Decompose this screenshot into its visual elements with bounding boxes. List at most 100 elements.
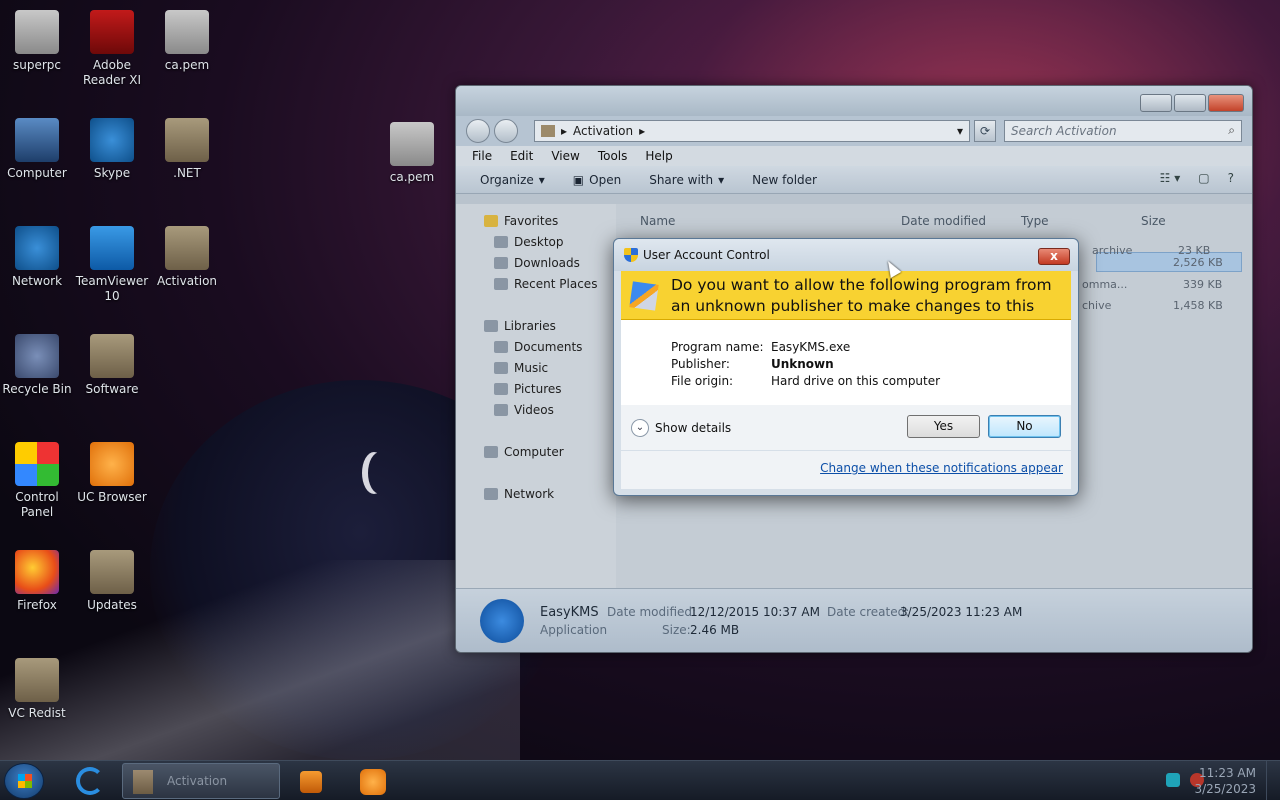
desktop-icon-ca-pem[interactable]: ca.pem [150,10,224,73]
libraries-icon [484,320,498,332]
desktop-icon-teamviewer[interactable]: TeamViewer 10 [75,226,149,304]
desktop-icon-firefox[interactable]: Firefox [0,550,74,613]
network-tray-icon[interactable] [1166,773,1180,787]
refresh-button[interactable]: ⟳ [974,120,996,142]
folder-icon [165,118,209,162]
back-button[interactable] [466,119,490,143]
folder-icon [133,770,153,794]
chevron-down-icon[interactable]: ⌄ [631,419,649,437]
star-icon [484,215,498,227]
forward-button[interactable] [494,119,518,143]
taskbar-internet-explorer[interactable] [66,763,112,799]
column-header-type[interactable]: Type [1021,214,1049,228]
preview-pane-icon[interactable]: ▢ [1198,171,1209,185]
row-type: omma... [1082,278,1128,291]
nav-documents[interactable]: Documents [494,340,582,354]
desktop-icon-activation[interactable]: Activation [150,226,224,289]
menu-bar: File Edit View Tools Help [456,146,1252,166]
nav-favorites[interactable]: Favorites [484,214,558,228]
chevron-down-icon: ▾ [718,172,725,187]
desktop-icon-network[interactable]: Network [0,226,74,289]
new-folder-button[interactable]: New folder [752,173,817,187]
desktop-icon-ca-pem-2[interactable]: ca.pem [375,122,449,185]
desktop-icon-superpc[interactable]: superpc [0,10,74,73]
nav-recent-places[interactable]: Recent Places [494,277,597,291]
file-origin-value: Hard drive on this computer [771,374,941,388]
uac-dialog: User Account Control x Do you want to al… [613,238,1079,496]
clock[interactable]: 11:23 AM 3/25/2023 [1194,765,1256,797]
open-icon: ▣ [572,172,585,187]
nav-libraries[interactable]: Libraries [484,319,556,333]
start-button[interactable] [4,763,44,799]
show-desktop-button[interactable] [1266,761,1280,800]
change-notifications-link[interactable]: Change when these notifications appear [820,461,1063,475]
desktop-icon-adobe-reader[interactable]: Adobe Reader XI [75,10,149,88]
uac-titlebar[interactable]: User Account Control x [614,239,1078,271]
desktop-icon-control-panel[interactable]: Control Panel [0,442,74,520]
navigation-pane: Favorites Desktop Downloads Recent Place… [456,204,616,590]
search-input[interactable]: Search Activation ⌕ [1004,120,1242,142]
easykms-app-icon [480,599,524,643]
help-icon[interactable]: ? [1228,171,1234,185]
chevron-right-icon: ▸ [561,124,568,138]
column-header-name[interactable]: Name [640,214,675,228]
open-button[interactable]: ▣ Open [573,173,621,187]
row-size: 2,526 KB [1173,256,1223,269]
file-icon [165,10,209,54]
taskbar-uc-browser[interactable] [346,763,398,799]
desktop-icon-updates[interactable]: Updates [75,550,149,613]
menu-tools[interactable]: Tools [598,149,628,163]
minimize-button[interactable] [1140,94,1172,112]
publisher-label: Publisher: [671,357,730,371]
uc-browser-icon [360,769,386,795]
nav-music[interactable]: Music [494,361,548,375]
nav-videos[interactable]: Videos [494,403,554,417]
desktop-icon-vc-redist[interactable]: VC Redist [0,658,74,721]
explorer-titlebar[interactable] [456,86,1252,116]
address-path: Activation [573,124,634,138]
nav-network[interactable]: Network [484,487,554,501]
recent-places-icon [494,278,508,290]
documents-icon [494,341,508,353]
taskbar-media-player[interactable] [286,763,338,799]
view-options-icon[interactable]: ☷ ▾ [1160,171,1181,185]
desktop-icon-skype[interactable]: Skype [75,118,149,181]
organize-button[interactable]: Organize ▾ [480,173,545,187]
desktop-icon-computer[interactable]: Computer [0,118,74,181]
clock-date: 3/25/2023 [1194,782,1256,796]
nav-desktop[interactable]: Desktop [494,235,564,249]
program-box-icon [629,281,659,311]
desktop-icon-recycle-bin[interactable]: Recycle Bin [0,334,74,397]
menu-edit[interactable]: Edit [510,149,533,163]
nav-pictures[interactable]: Pictures [494,382,562,396]
row-size: 1,458 KB [1173,299,1223,312]
chevron-down-icon[interactable]: ▾ [957,124,963,138]
nav-computer[interactable]: Computer [484,445,564,459]
column-header-size[interactable]: Size [1141,214,1166,228]
uc-browser-icon [90,442,134,486]
show-details-toggle[interactable]: Show details [655,421,731,435]
no-button[interactable]: No [988,415,1061,438]
yes-button[interactable]: Yes [907,415,980,438]
close-button[interactable]: x [1038,248,1070,265]
menu-view[interactable]: View [551,149,579,163]
menu-help[interactable]: Help [645,149,672,163]
details-kind: Application [540,623,608,637]
address-bar[interactable]: ▸ Activation ▸ ▾ [534,120,970,142]
column-header-date-modified[interactable]: Date modified [901,214,986,228]
desktop-icon-dotnet[interactable]: .NET [150,118,224,181]
close-button[interactable] [1208,94,1244,112]
row-size: 339 KB [1183,278,1223,291]
details-date-created-label: Date created: [827,605,910,619]
window-controls [1140,94,1244,112]
taskbar: Activation 11:23 AM 3/25/2023 [0,760,1280,800]
share-with-button[interactable]: Share with ▾ [649,173,724,187]
taskbar-activation-window[interactable]: Activation [122,763,280,799]
maximize-button[interactable] [1174,94,1206,112]
details-pane: EasyKMS Application Date modified: 12/12… [456,588,1252,652]
desktop-icon-uc-browser[interactable]: UC Browser [75,442,149,505]
clock-time: 11:23 AM [1199,766,1256,780]
nav-downloads[interactable]: Downloads [494,256,580,270]
desktop-icon-software[interactable]: Software [75,334,149,397]
menu-file[interactable]: File [472,149,492,163]
